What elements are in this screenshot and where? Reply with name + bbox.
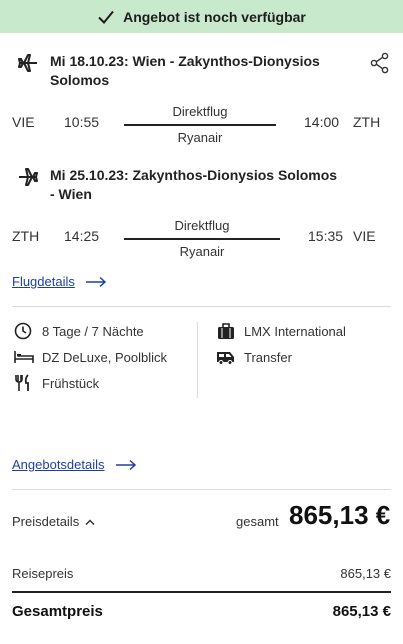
flight-details-label[interactable]: Flugdetails (12, 274, 75, 289)
transfer-feature: Transfer (216, 348, 292, 366)
travel-price-value: 865,13 € (340, 566, 391, 581)
transfer-text: Transfer (244, 349, 292, 365)
flight-type: Direktflug (174, 218, 230, 233)
cutlery-icon (15, 374, 29, 391)
outbound-flight-header: Mi 18.10.23: Wien - Zakynthos-Dionysios … (18, 52, 340, 90)
availability-banner: Angebot ist noch verfügbar (0, 0, 403, 33)
board-feature: Frühstück (14, 374, 99, 392)
arrival-time: 15:35 (308, 228, 344, 244)
price-details-label[interactable]: Preisdetails (12, 514, 79, 529)
arrival-airport: ZTH (353, 114, 381, 130)
grand-total-row: Gesamtpreis 865,13 € (12, 603, 391, 620)
plane-return-icon (19, 168, 38, 186)
arrow-right-icon (115, 459, 136, 470)
room-text: DZ DeLuxe, Poolblick (42, 349, 167, 365)
departure-airport: VIE (12, 114, 35, 130)
bus-icon (217, 352, 234, 365)
clock-icon (14, 322, 32, 340)
operator-text: LMX International (244, 323, 346, 339)
divider (12, 489, 391, 490)
suitcase-icon (218, 323, 234, 339)
share-icon[interactable] (370, 52, 390, 74)
feature-divider (197, 322, 198, 398)
room-feature: DZ DeLuxe, Poolblick (14, 348, 167, 366)
departure-time: 10:55 (64, 114, 100, 130)
total-divider (12, 591, 391, 593)
grand-total-label: Gesamtpreis (12, 603, 103, 620)
offer-details-label[interactable]: Angebotsdetails (12, 457, 105, 472)
outbound-flight-row: VIE 10:55 Direktflug Ryanair 14:00 ZTH (0, 104, 403, 146)
airline: Ryanair (177, 130, 223, 145)
check-icon (98, 10, 114, 24)
board-text: Frühstück (42, 375, 100, 391)
return-flight-title: Mi 25.10.23: Zakynthos-Dionysios Solomos… (50, 167, 338, 202)
arrival-airport: VIE (353, 228, 376, 244)
arrow-right-icon (85, 276, 106, 287)
airline: Ryanair (179, 244, 225, 259)
travel-price-label: Reisepreis (12, 566, 74, 581)
operator-feature: LMX International (216, 322, 346, 340)
departure-time: 14:25 (64, 228, 100, 244)
flight-info: Direktflug Ryanair (124, 104, 276, 146)
flight-info: Direktflug Ryanair (124, 218, 280, 260)
arrival-time: 14:00 (304, 114, 340, 130)
chevron-up-icon (85, 518, 95, 525)
flight-type: Direktflug (172, 104, 228, 119)
grand-total-value: 865,13 € (332, 603, 391, 620)
duration-feature: 8 Tage / 7 Nächte (14, 322, 144, 340)
travel-price-row: Reisepreis 865,13 € (12, 566, 391, 581)
plane-departure-icon (18, 54, 37, 72)
total-label: gesamt (236, 514, 279, 529)
flight-details-link[interactable]: Flugdetails (12, 274, 107, 289)
price-details-toggle[interactable]: Preisdetails (12, 514, 95, 529)
departure-airport: ZTH (12, 228, 40, 244)
duration-text: 8 Tage / 7 Nächte (42, 323, 144, 339)
flight-line (124, 238, 280, 240)
offer-details-link[interactable]: Angebotsdetails (12, 457, 137, 472)
return-flight-header: Mi 25.10.23: Zakynthos-Dionysios Solomos… (18, 166, 340, 204)
outbound-flight-title: Mi 18.10.23: Wien - Zakynthos-Dionysios … (50, 53, 320, 88)
bed-icon (14, 351, 34, 363)
flight-line (124, 124, 276, 126)
total-price: 865,13 € (289, 500, 391, 530)
divider (12, 306, 391, 307)
availability-text: Angebot ist noch verfügbar (123, 8, 306, 25)
return-flight-row: ZTH 14:25 Direktflug Ryanair 15:35 VIE (0, 218, 403, 260)
